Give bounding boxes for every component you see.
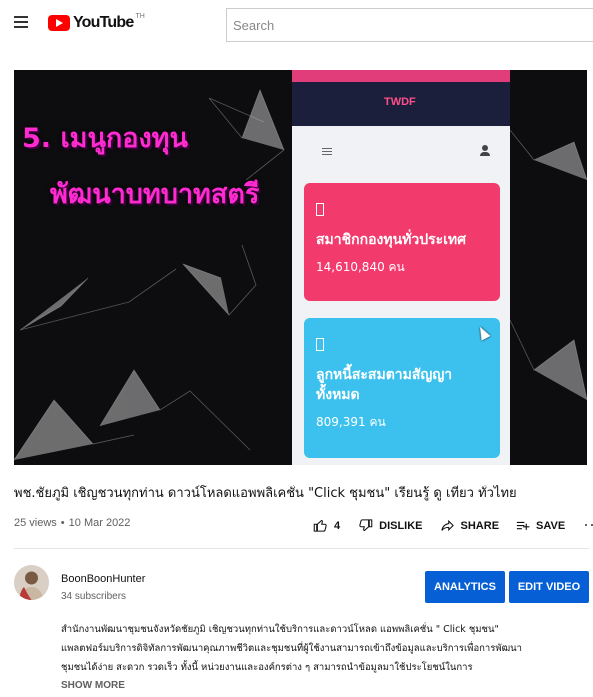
upload-date: 10 Mar 2022	[68, 517, 131, 529]
save-button[interactable]: SAVE	[515, 518, 565, 533]
video-actions: 4 DISLIKE SHARE SAVE	[313, 518, 593, 533]
app-logo: TWDF	[384, 96, 416, 108]
overlay-title-line2: พัฒนาบทบาทสตรี	[50, 179, 260, 210]
video-description: สำนักงานพัฒนาชุมชนจังหวัดชัยภูมิ เชิญชวน…	[61, 624, 523, 673]
phone-header: TWDF	[292, 82, 510, 126]
channel-avatar[interactable]	[14, 565, 49, 600]
youtube-logo[interactable]: YouTube TH	[48, 12, 145, 34]
share-label: SHARE	[460, 519, 500, 532]
placeholder-icon	[316, 338, 324, 351]
edit-video-button[interactable]: EDIT VIDEO	[509, 571, 589, 603]
thumbs-down-icon	[359, 519, 373, 532]
separator-dot: •	[60, 517, 65, 529]
thumbs-up-icon	[313, 519, 327, 532]
top-bar: YouTube TH	[0, 0, 593, 48]
video-title: พช.ชัยภูมิ เชิญชวนทุกท่าน ดาวน์โหลดแอพพล…	[14, 486, 517, 501]
channel-name[interactable]: BoonBoonHunter	[61, 573, 145, 585]
search-input[interactable]	[227, 9, 593, 41]
logo-text: YouTube	[73, 14, 134, 31]
playlist-add-icon	[516, 521, 530, 530]
stat-card-debtors: ลูกหนี้สะสมตามสัญญาทั้งหมด 809,391 คน	[304, 318, 500, 458]
video-meta: 25 views • 10 Mar 2022	[14, 517, 130, 529]
dislike-label: DISLIKE	[379, 519, 423, 532]
card-value: 809,391 คน	[316, 415, 386, 429]
share-icon	[440, 519, 454, 532]
view-count: 25 views	[14, 517, 57, 529]
like-count: 4	[334, 519, 341, 532]
card-title: สมาชิกกองทุนทั่วประเทศ	[316, 232, 467, 248]
phone-mockup: TWDF สมาชิกกองทุนทั่วประเทศ 14,610,840 ค…	[292, 70, 510, 465]
search-box[interactable]	[226, 8, 593, 42]
region-label: TH	[135, 12, 145, 20]
placeholder-icon	[316, 203, 324, 216]
user-icon	[480, 145, 490, 157]
card-title: ลูกหนี้สะสมตามสัญญาทั้งหมด	[316, 367, 453, 403]
show-more-button[interactable]: SHOW MORE	[61, 680, 125, 691]
share-button[interactable]: SHARE	[440, 518, 500, 533]
analytics-button[interactable]: ANALYTICS	[425, 571, 505, 603]
phone-status-bar	[292, 70, 510, 82]
youtube-play-icon	[48, 15, 70, 31]
save-label: SAVE	[536, 519, 566, 532]
menu-icon[interactable]	[14, 16, 28, 28]
dislike-button[interactable]: DISLIKE	[358, 518, 423, 533]
subscriber-count: 34 subscribers	[61, 591, 127, 602]
stat-card-members: สมาชิกกองทุนทั่วประเทศ 14,610,840 คน	[304, 183, 500, 301]
hamburger-icon	[322, 148, 332, 157]
video-player[interactable]: 5. เมนูกองทุน พัฒนาบทบาทสตรี TWDF สมาชิก…	[14, 70, 587, 465]
overlay-title-line1: 5. เมนูกองทุน	[22, 123, 188, 154]
more-options-icon[interactable]	[585, 523, 593, 528]
divider	[14, 548, 589, 549]
avatar-image	[14, 565, 49, 600]
phone-toolbar	[292, 126, 510, 172]
like-button[interactable]: 4	[313, 518, 340, 533]
card-value: 14,610,840 คน	[316, 260, 405, 274]
